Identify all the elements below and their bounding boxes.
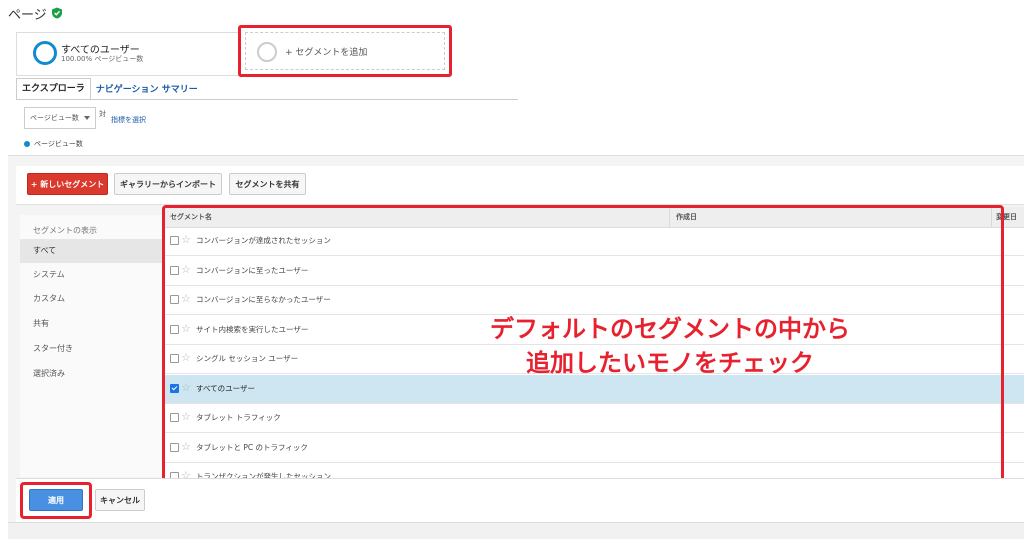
star-icon[interactable]: ☆ (181, 233, 191, 247)
cancel-button[interactable]: キャンセル (95, 489, 145, 511)
star-icon[interactable]: ☆ (181, 351, 191, 365)
checkbox-checked[interactable] (170, 383, 179, 393)
active-segment-card[interactable]: すべてのユーザー 100.00% ページビュー数 (16, 32, 239, 76)
page-title: ページ (8, 7, 47, 23)
sidebar-item-system[interactable]: システム (20, 263, 162, 287)
annotation-line-1: デフォルトのセグメントの中から (490, 315, 850, 343)
checkbox[interactable] (170, 442, 179, 452)
segment-name-cell: すべてのユーザー (196, 383, 256, 393)
select-metric-link[interactable]: 指標を選択 (111, 115, 146, 125)
tab-explorer[interactable]: エクスプローラ (16, 78, 91, 100)
checkbox[interactable] (170, 265, 179, 275)
page-title-row: ページ (8, 4, 63, 23)
sidebar-item-shared[interactable]: 共有 (20, 312, 162, 336)
checkbox[interactable] (170, 236, 179, 245)
segment-name-cell: コンバージョンが達成されたセッション (196, 236, 331, 245)
table-header: セグメント名 作成日 変更日 (164, 207, 1024, 228)
segment-name-cell: タブレットと PC のトラフィック (196, 442, 308, 452)
sidebar-item-all[interactable]: すべて (20, 239, 162, 263)
chevron-down-icon (84, 116, 90, 120)
share-segment-button[interactable]: セグメントを共有 (229, 173, 306, 195)
dialog-footer (16, 478, 1024, 523)
primary-metric-value: ページビュー数 (30, 114, 79, 122)
empty-segment-ring-icon (257, 42, 277, 62)
segment-name-cell: コンバージョンに至らなかったユーザー (196, 295, 331, 304)
chart-legend-label: ページビュー数 (34, 140, 83, 148)
column-header-segment-name[interactable]: セグメント名 (170, 212, 212, 222)
table-row[interactable]: ☆ コンバージョンが達成されたセッション (164, 227, 1024, 256)
star-icon[interactable]: ☆ (181, 440, 191, 454)
checkbox[interactable] (170, 354, 179, 363)
column-divider (991, 207, 992, 227)
star-icon[interactable]: ☆ (181, 322, 191, 336)
star-icon[interactable]: ☆ (181, 292, 191, 306)
segment-color-ring-icon (33, 41, 57, 65)
segment-name-cell: サイト内検索を実行したユーザー (196, 324, 309, 334)
add-segment-button[interactable]: + セグメントを追加 (238, 25, 452, 77)
sidebar-item-starred[interactable]: スター付き (20, 337, 162, 361)
table-row[interactable]: ☆ コンバージョンに至ったユーザー (164, 257, 1024, 286)
import-from-gallery-button[interactable]: ギャラリーからインポート (114, 173, 222, 195)
table-row[interactable]: ☆ タブレットと PC のトラフィック (164, 434, 1024, 463)
checkbox[interactable] (170, 295, 179, 304)
add-segment-label: + セグメントを追加 (285, 48, 368, 58)
column-divider (669, 207, 670, 227)
star-icon[interactable]: ☆ (181, 410, 191, 424)
table-row[interactable]: ☆ コンバージョンに至らなかったユーザー (164, 286, 1024, 315)
annotation-line-2: 追加したいモノをチェック (526, 349, 814, 377)
verified-shield-icon (51, 7, 62, 19)
tab-divider (16, 99, 518, 100)
report-tabs: エクスプローラ ナビゲーション サマリー (16, 78, 203, 100)
segment-name-cell: タブレット トラフィック (196, 413, 281, 422)
legend-dot-icon (24, 141, 30, 147)
checkbox[interactable] (170, 413, 179, 422)
primary-metric-select[interactable]: ページビュー数 (24, 107, 96, 129)
annotation-text: デフォルトのセグメントの中から 追加したいモノをチェック (420, 312, 920, 380)
tab-navigation-summary[interactable]: ナビゲーション サマリー (91, 80, 203, 100)
star-icon[interactable]: ☆ (181, 381, 191, 395)
active-segment-subtext: 100.00% ページビュー数 (61, 55, 144, 63)
star-icon[interactable]: ☆ (181, 263, 191, 277)
sidebar-item-selected[interactable]: 選択済み (20, 362, 162, 386)
column-header-created[interactable]: 作成日 (676, 212, 697, 222)
new-segment-button[interactable]: + 新しいセグメント (27, 173, 108, 195)
sidebar-heading: セグメントの表示 (33, 226, 97, 235)
sidebar-item-custom[interactable]: カスタム (20, 287, 162, 311)
apply-button[interactable]: 適用 (29, 489, 83, 511)
bottom-bar (8, 522, 1024, 539)
table-row[interactable]: ☆ タブレット トラフィック (164, 404, 1024, 433)
segment-name-cell: シングル セッション ユーザー (196, 354, 299, 363)
segment-name-cell: コンバージョンに至ったユーザー (196, 265, 309, 275)
checkbox[interactable] (170, 324, 179, 334)
column-header-modified[interactable]: 変更日 (996, 212, 1017, 222)
versus-label: 対 (99, 110, 106, 118)
